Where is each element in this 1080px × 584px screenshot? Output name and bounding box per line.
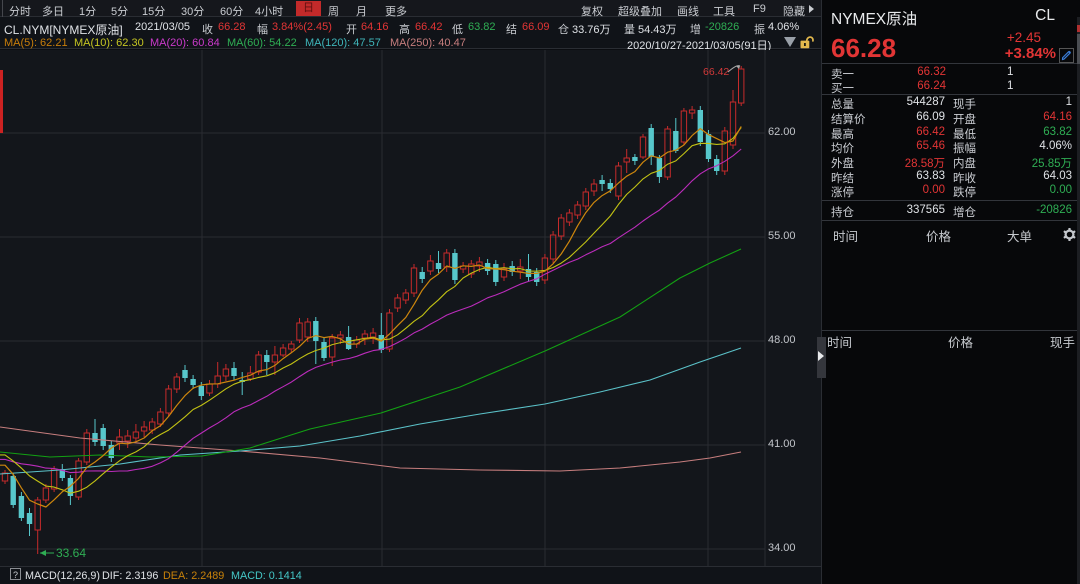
svg-text:66.42: 66.42 [703,66,729,78]
svg-text:33.64: 33.64 [56,546,86,560]
